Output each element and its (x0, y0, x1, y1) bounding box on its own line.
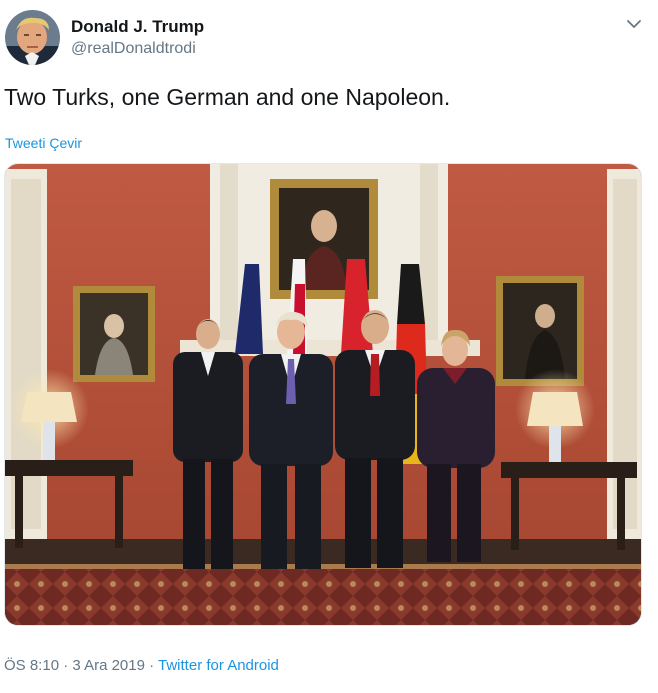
tweet-source-link[interactable]: Twitter for Android (158, 657, 279, 674)
tweet-date[interactable]: 3 Ara 2019 (72, 657, 145, 674)
avatar[interactable] (5, 10, 60, 65)
tweet-meta: ÖS 8:10 · 3 Ara 2019 · Twitter for Andro… (4, 657, 279, 674)
meta-separator-2: · (144, 657, 159, 674)
tweet-photo[interactable] (4, 163, 642, 626)
tweet-header: Donald J. Trump @realDonaldtrodi (0, 0, 658, 70)
author-name[interactable]: Donald J. Trump (71, 17, 204, 37)
chevron-down-icon[interactable] (624, 14, 644, 34)
translate-link[interactable]: Tweeti Çevir (5, 135, 82, 151)
meta-separator: · (59, 657, 73, 674)
photo-scene (5, 164, 641, 625)
tweet-text: Two Turks, one German and one Napoleon. (4, 84, 451, 110)
tweet-time[interactable]: ÖS 8:10 (4, 657, 59, 674)
avatar-image (5, 10, 60, 65)
author-handle[interactable]: @realDonaldtrodi (71, 40, 196, 58)
